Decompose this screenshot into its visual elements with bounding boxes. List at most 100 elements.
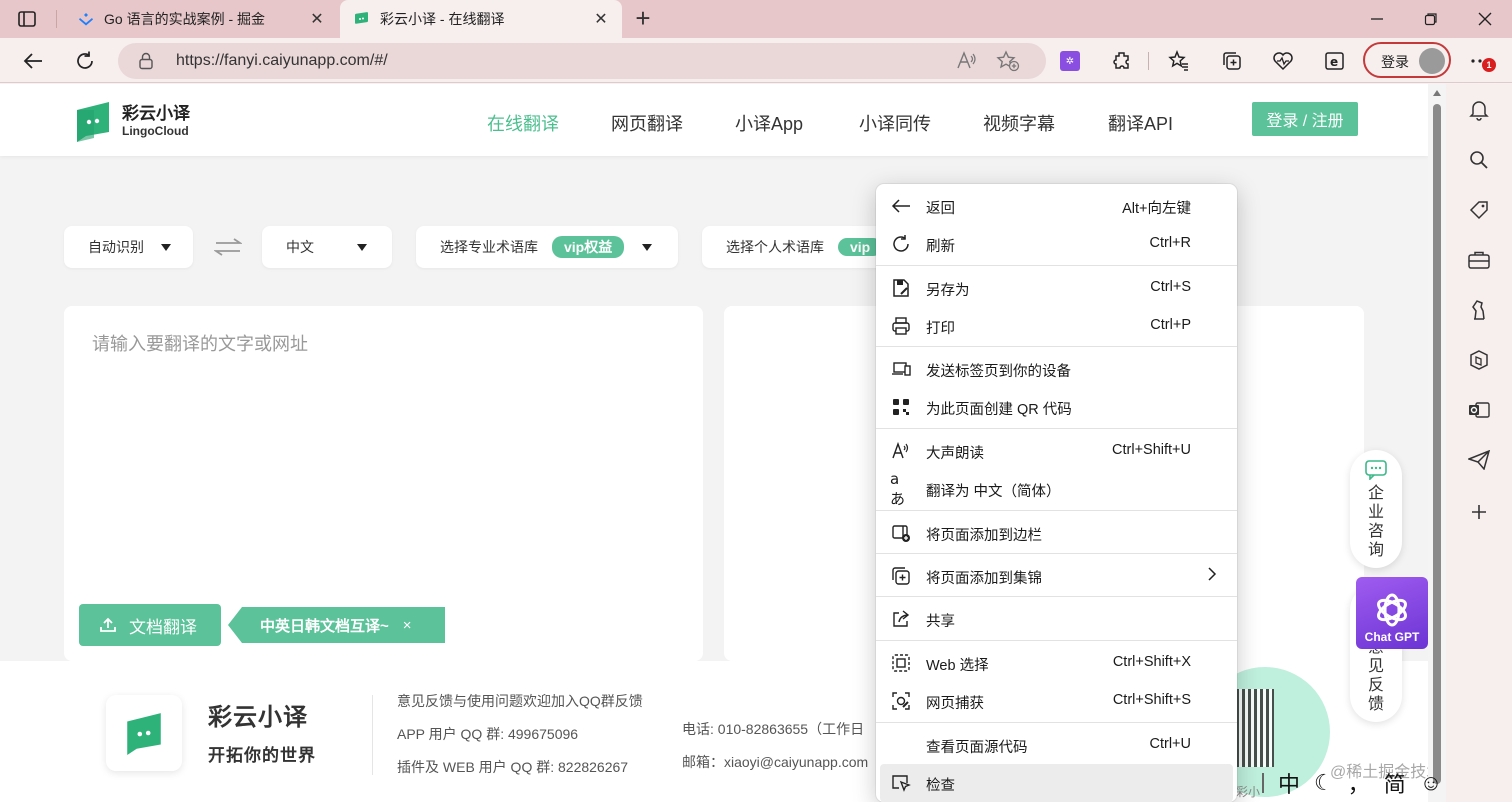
menu-item-translate[interactable]: aあ 翻译为 中文（简体） [876,470,1237,508]
moon-icon[interactable]: ☾ [1314,770,1334,796]
nav-web-translate[interactable]: 网页翻译 [611,110,683,136]
enterprise-consult-button[interactable]: 企业咨询 [1350,450,1402,568]
menu-label: 将页面添加到集锦 [926,571,1042,587]
menu-label: 发送标签页到你的设备 [926,364,1071,380]
favorites-icon[interactable] [1164,46,1194,76]
print-icon [890,315,912,337]
pro-glossary-select[interactable]: 选择专业术语库 vip权益 [416,226,678,268]
swap-languages-icon[interactable] [213,238,243,261]
games-chess-icon[interactable] [1467,298,1491,322]
add-favorite-icon[interactable] [996,50,1020,77]
url-text[interactable]: https://fanyi.caiyunapp.com/#/ [176,52,388,70]
translate-icon: aあ [890,469,906,508]
menu-item-back[interactable]: 返回 Alt+向左键 [876,187,1237,225]
footer-email[interactable]: 邮箱：xiaoyi@caiyunapp.com [682,752,868,772]
chatgpt-logo-icon [1377,593,1407,627]
menu-shortcut: Ctrl+Shift+U [1112,442,1191,458]
menu-label: 查看页面源代码 [926,740,1028,756]
search-icon[interactable] [1467,148,1491,172]
target-language-select[interactable]: 中文 [262,226,392,268]
menu-item-web-select[interactable]: Web 选择 Ctrl+Shift+X [876,644,1237,682]
tab-actions-icon[interactable] [16,8,38,30]
ie-mode-icon[interactable]: e [1320,46,1350,76]
personal-glossary-select[interactable]: 选择个人术语库 vip [702,226,902,268]
menu-item-view-source[interactable]: 查看页面源代码 Ctrl+U [876,726,1237,764]
page-scrollbar[interactable] [1428,84,1446,802]
close-tab-icon[interactable]: ✕ [592,10,610,28]
profile-login-button[interactable]: 登录 [1363,42,1451,78]
menu-label: 翻译为 中文（简体） [926,484,1061,500]
nav-video-subtitles[interactable]: 视频字幕 [983,110,1055,136]
menu-label: Web 选择 [926,658,989,674]
chatgpt-floating-button[interactable]: Chat GPT [1356,577,1428,649]
menu-separator [876,722,1237,723]
menu-shortcut: Ctrl+R [1149,235,1192,251]
tools-briefcase-icon[interactable] [1467,248,1491,272]
nav-online-translate[interactable]: 在线翻译 [487,110,559,136]
minimize-icon[interactable] [1366,8,1388,30]
menu-item-refresh[interactable]: 刷新 Ctrl+R [876,225,1237,263]
menu-item-add-to-sidebar[interactable]: 将页面添加到边栏 [876,514,1237,552]
ime-script[interactable]: 简 [1384,767,1406,799]
ime-punct[interactable]: ， [1348,767,1370,799]
close-window-icon[interactable] [1474,8,1496,30]
restore-icon[interactable] [1420,8,1442,30]
login-label: 登录 [1381,54,1409,70]
menu-item-inspect[interactable]: 检查 [880,764,1233,802]
chevron-right-icon [1207,566,1217,586]
scroll-up-icon[interactable] [1433,90,1441,96]
menu-item-save-as[interactable]: 另存为 Ctrl+S [876,269,1237,307]
menu-item-add-to-collections[interactable]: 将页面添加到集锦 [876,557,1237,595]
menu-item-print[interactable]: 打印 Ctrl+P [876,307,1237,345]
add-icon[interactable] [1467,500,1491,524]
close-tip-icon[interactable]: × [403,617,412,634]
source-language-select[interactable]: 自动识别 [64,226,193,268]
nav-app[interactable]: 小译App [735,110,803,136]
qr-code-icon [890,396,912,418]
tab-juejin[interactable]: Go 语言的实战案例 - 掘金 ✕ [62,0,338,38]
scrollbar-thumb[interactable] [1433,104,1441,784]
ime-handle[interactable] [1262,773,1264,793]
menu-item-read-aloud[interactable]: 大声朗读 Ctrl+Shift+U [876,432,1237,470]
nav-simultaneous[interactable]: 小译同传 [859,110,931,136]
menu-item-share[interactable]: 共享 [876,600,1237,638]
back-icon[interactable] [18,46,48,76]
new-tab-button[interactable]: + [630,5,656,32]
menu-separator [876,346,1237,347]
menu-separator [876,596,1237,597]
lock-icon[interactable] [138,52,154,75]
shopping-tag-icon[interactable] [1467,198,1491,222]
edge-sidebar [1446,84,1512,802]
send-to-device-icon [890,358,912,380]
close-tab-icon[interactable]: ✕ [308,10,326,28]
juejin-favicon-icon [78,11,94,27]
footer-divider [372,695,373,775]
ime-mode[interactable]: 中 [1278,767,1300,799]
office-icon[interactable] [1467,348,1491,372]
source-placeholder[interactable]: 请输入要翻译的文字或网址 [92,330,308,356]
logo-en: LingoCloud [122,124,189,138]
login-register-button[interactable]: 登录 / 注册 [1252,102,1358,136]
menu-item-qr-code[interactable]: 为此页面创建 QR 代码 [876,388,1237,426]
refresh-icon [890,233,912,255]
footer-brand: 彩云小译 [208,704,308,731]
nav-api[interactable]: 翻译API [1108,110,1173,136]
chatgpt-extension-icon[interactable]: ✲ [1055,46,1085,76]
emoji-icon[interactable]: ☺ [1420,770,1442,796]
extensions-icon[interactable] [1107,46,1137,76]
document-translate-button[interactable]: 文档翻译 [79,604,221,646]
read-aloud-icon[interactable] [956,50,978,77]
tab-caiyun[interactable]: 彩云小译 - 在线翻译 ✕ [340,0,622,38]
site-logo[interactable]: 彩云小译 LingoCloud [74,100,190,142]
refresh-icon[interactable] [70,46,100,76]
chevron-down-icon [161,244,171,251]
collections-icon[interactable] [1217,46,1247,76]
menu-item-send-to-device[interactable]: 发送标签页到你的设备 [876,350,1237,388]
menu-separator [876,510,1237,511]
outlook-icon[interactable] [1467,398,1491,422]
telegram-send-icon[interactable] [1467,448,1491,472]
address-bar[interactable]: https://fanyi.caiyunapp.com/#/ [118,43,1046,79]
bell-icon[interactable] [1467,98,1491,122]
menu-item-web-capture[interactable]: 网页捕获 Ctrl+Shift+S [876,682,1237,720]
browser-essentials-icon[interactable] [1268,46,1298,76]
